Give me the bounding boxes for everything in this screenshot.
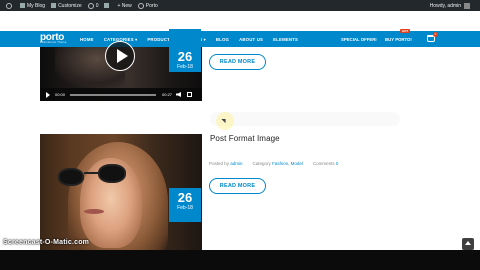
video-duration: 00:27: [162, 92, 173, 97]
scroll-to-top-button[interactable]: [462, 238, 474, 250]
post-comments: Comments 0: [312, 161, 339, 166]
theme-menu[interactable]: Porto: [137, 0, 158, 11]
site-logo[interactable]: porto eCommerce Theme: [40, 32, 67, 44]
play-pause-icon[interactable]: [46, 91, 50, 98]
sunglasses-right: [98, 164, 126, 183]
post-date-badge: 26 Feb-18: [169, 188, 201, 222]
post-categories: Category Fashion, Model: [252, 161, 303, 166]
fullscreen-icon[interactable]: [187, 92, 193, 97]
screen: My Blog Customize 0 + New Porto Howdy, a…: [0, 0, 480, 270]
wp-admin-bar: My Blog Customize 0 + New Porto Howdy, a…: [0, 0, 480, 11]
nav-blog[interactable]: BLOG: [216, 37, 229, 42]
post-date-badge: 26 Feb-18: [169, 29, 201, 72]
volume-icon[interactable]: [176, 92, 182, 97]
home-icon: [20, 3, 25, 8]
read-more-button[interactable]: READ MORE: [209, 54, 266, 70]
nav-about-us[interactable]: ABOUT US: [239, 37, 263, 42]
watermark: Screencast-O-Matic.com: [3, 239, 90, 246]
updates-link[interactable]: 0: [87, 0, 98, 11]
recorder-bottom-bar: [0, 250, 480, 270]
video-progress-bar[interactable]: [70, 93, 157, 96]
video-current-time: 00:00: [55, 92, 66, 97]
read-more-button[interactable]: READ MORE: [209, 178, 266, 194]
nav-home[interactable]: HOME: [80, 37, 94, 42]
updates-icon: [87, 2, 94, 9]
my-account-menu[interactable]: Howdy, admin: [430, 2, 470, 9]
hot-badge: HOT: [400, 29, 411, 33]
post-author: Posted by admin: [209, 161, 243, 166]
post-title[interactable]: Post Format Image: [210, 134, 280, 143]
plus-icon: +: [117, 2, 121, 9]
wordpress-icon: [6, 2, 12, 9]
special-offer-link[interactable]: SPECIAL OFFER!: [341, 31, 377, 47]
sunglasses-left: [58, 168, 84, 186]
cart-count-badge: 0: [433, 32, 438, 37]
play-icon[interactable]: [105, 41, 135, 71]
nav-elements[interactable]: ELEMENTS: [273, 37, 298, 42]
brush-icon: [51, 3, 57, 8]
hover-overlay: [210, 112, 400, 126]
avatar: [464, 2, 470, 9]
customize-link[interactable]: Customize: [51, 0, 82, 11]
comment-icon: [104, 3, 110, 8]
comments-link[interactable]: [104, 0, 111, 11]
buy-porto-link[interactable]: BUY PORTO!: [385, 31, 412, 47]
new-content-menu[interactable]: + New: [117, 0, 131, 11]
video-controls: 00:00 00:27: [40, 88, 202, 101]
wp-logo-menu[interactable]: [6, 0, 14, 11]
site-name-menu[interactable]: My Blog: [20, 0, 45, 11]
post-meta: Posted by admin Category Fashion, Model …: [209, 161, 348, 166]
porto-icon: [137, 2, 144, 9]
